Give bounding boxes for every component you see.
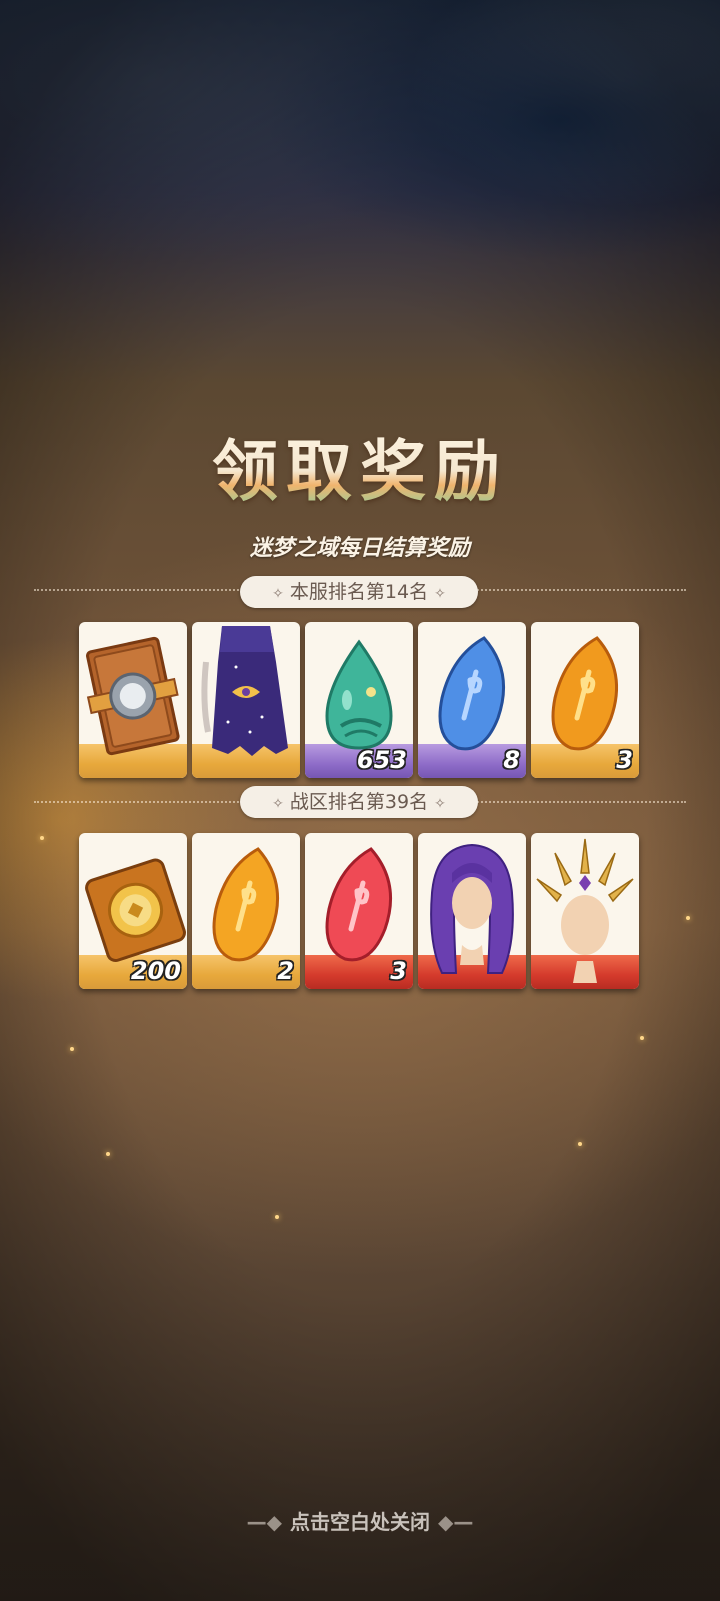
golden-crown-icon	[536, 838, 634, 983]
zone-rank-label: ✧ 战区排名第39名 ✧	[240, 786, 478, 818]
diamond-icon: ✧	[272, 796, 284, 812]
sparkle	[40, 836, 44, 840]
sparkle	[686, 916, 690, 920]
reward-item[interactable]	[418, 833, 526, 989]
sparkle	[275, 1215, 279, 1219]
reward-item[interactable]: 2	[192, 833, 300, 989]
reward-title: 领取奖励	[0, 418, 720, 514]
reward-item[interactable]: 8	[418, 622, 526, 778]
reward-quantity: 200	[130, 957, 181, 985]
zone-rank-rewards: 200 2 3	[79, 833, 643, 989]
reward-item[interactable]: 200	[79, 833, 187, 989]
reward-quantity: 653	[356, 746, 407, 774]
server-rank-rewards: 653 8 3	[79, 622, 643, 778]
sparkle	[106, 1152, 110, 1156]
reward-item[interactable]: 3	[531, 622, 639, 778]
reward-item[interactable]: 653	[305, 622, 413, 778]
close-hint-text: 点击空白处关闭	[290, 1510, 430, 1534]
reward-item[interactable]	[192, 622, 300, 778]
reward-quantity: 2	[277, 957, 294, 985]
close-hint[interactable]: —◆ 点击空白处关闭 ◆—	[0, 1506, 720, 1535]
server-rank-label: ✧ 本服排名第14名 ✧	[240, 576, 478, 608]
card-frame-icon	[86, 636, 180, 756]
reward-quantity: 8	[503, 746, 520, 774]
sparkle	[70, 1047, 74, 1051]
purple-hair-icon	[430, 843, 514, 974]
dash-icon: ◆—	[438, 1510, 474, 1534]
reward-item[interactable]	[79, 622, 187, 778]
dash-icon: —◆	[246, 1510, 282, 1534]
server-rank-text: 本服排名第14名	[289, 581, 429, 603]
reward-item[interactable]: 3	[305, 833, 413, 989]
diamond-icon: ✧	[272, 586, 284, 602]
sparkle	[578, 1142, 582, 1146]
reward-subtitle: 迷梦之域每日结算奖励	[249, 536, 470, 561]
reward-item[interactable]	[531, 833, 639, 989]
sparkle	[640, 1036, 644, 1040]
zone-rank-text: 战区排名第39名	[289, 791, 429, 813]
starry-dress-icon	[201, 626, 288, 756]
reward-quantity: 3	[616, 746, 633, 774]
diamond-icon: ✧	[434, 586, 446, 602]
reward-quantity: 3	[390, 957, 407, 985]
diamond-icon: ✧	[434, 796, 446, 812]
